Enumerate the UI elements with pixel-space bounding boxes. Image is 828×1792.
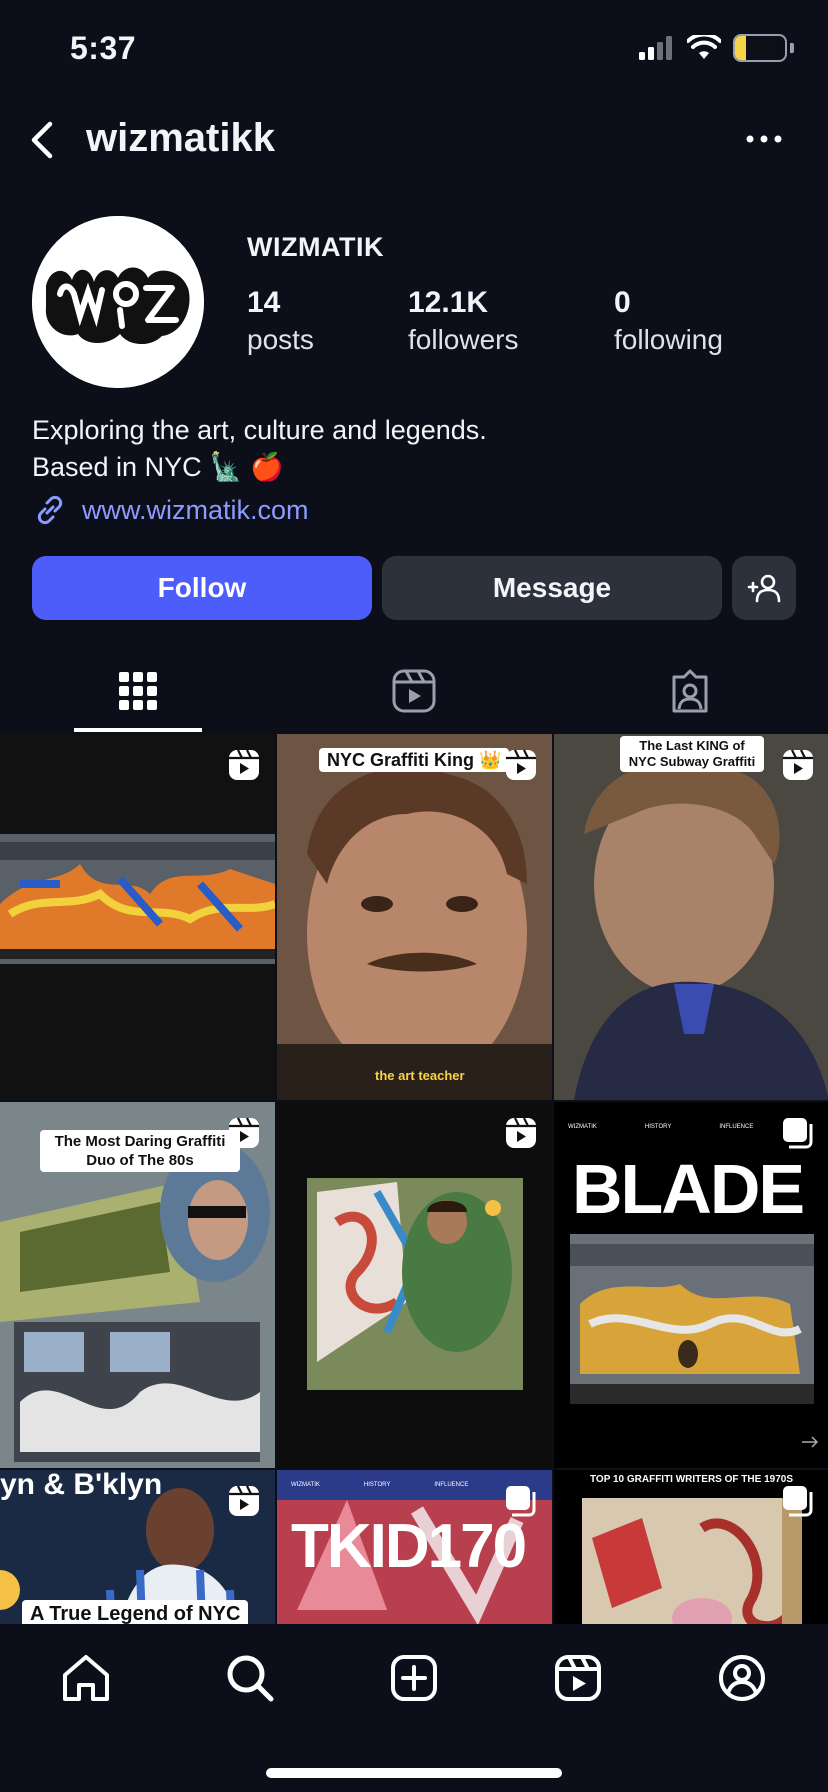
post-1[interactable] — [0, 734, 275, 1100]
carousel-badge-icon — [783, 1486, 813, 1517]
post-8-label: HISTORY — [363, 1482, 391, 1488]
post-6[interactable]: WIZMATIK HISTORY INFLUENCE BLADE — [554, 1102, 828, 1468]
post-6-label: WIZMATIK — [568, 1124, 597, 1130]
following-count: 0 — [614, 286, 631, 319]
signal-icon — [639, 36, 672, 60]
carousel-badge-icon — [783, 1118, 813, 1149]
posts-count: 14 — [247, 286, 281, 319]
posts-label: posts — [247, 324, 314, 355]
reel-badge-icon — [229, 1485, 259, 1516]
bio-line-2: Based in NYC 🗽 🍎 — [32, 452, 284, 482]
post-5-image — [277, 1102, 552, 1468]
website-link[interactable]: www.wizmatik.com — [32, 492, 309, 528]
status-icons: 10 — [639, 34, 794, 62]
more-options-button[interactable] — [744, 126, 784, 152]
post-7-top-text: yn & B'klyn — [0, 1470, 163, 1501]
search-icon — [227, 1655, 274, 1702]
post-9-image — [582, 1498, 802, 1624]
posts-grid: NYC Graffiti King 👑 the art teacher The … — [0, 734, 828, 1624]
more-icon — [746, 135, 782, 143]
bio: Exploring the art, culture and legends. … — [32, 412, 487, 486]
tab-tagged[interactable] — [610, 650, 770, 732]
wifi-icon — [687, 35, 721, 59]
followers-count: 12.1K — [408, 286, 489, 319]
post-8-label: INFLUENCE — [434, 1482, 469, 1488]
nav-profile[interactable] — [712, 1648, 772, 1708]
suggested-users-button[interactable] — [732, 556, 796, 620]
tab-reels[interactable] — [334, 650, 494, 732]
post-8-title: TKID170 — [291, 1512, 527, 1581]
post-8-labels: WIZMATIK HISTORY INFLUENCE — [291, 1482, 468, 1488]
follow-button[interactable]: Follow — [32, 556, 372, 620]
post-7[interactable]: yn & B'klyn A True Legend of NYC — [0, 1470, 275, 1624]
post-2-subcaption: the art teacher — [375, 1068, 465, 1083]
post-6-label: HISTORY — [644, 1124, 672, 1130]
post-3-caption: The Last KING of NYC Subway Graffiti — [620, 736, 764, 772]
post-9[interactable]: TOP 10 GRAFFITI WRITERS OF THE 1970S — [554, 1470, 828, 1624]
back-button[interactable] — [24, 118, 64, 162]
post-8-label: WIZMATIK — [291, 1482, 320, 1488]
nav-home[interactable] — [56, 1648, 116, 1708]
reels-icon — [555, 1655, 601, 1701]
battery-icon: 10 — [733, 34, 787, 62]
bio-line-1: Exploring the art, culture and legends. — [32, 415, 487, 445]
reel-badge-icon — [229, 749, 259, 780]
post-4-caption: The Most Daring Graffiti Duo of The 80s — [40, 1130, 240, 1172]
battery-level: 10 — [748, 36, 772, 59]
wizmatik-logo — [32, 216, 204, 388]
tagged-icon — [672, 669, 708, 713]
post-5[interactable] — [277, 1102, 552, 1468]
create-post-icon — [391, 1655, 437, 1701]
reels-icon — [392, 669, 436, 713]
reel-badge-icon — [229, 1117, 259, 1148]
post-6-label: INFLUENCE — [719, 1124, 754, 1130]
avatar[interactable] — [32, 216, 204, 388]
profile-header: wizmatikk — [0, 100, 828, 180]
nav-search[interactable] — [220, 1648, 280, 1708]
website-link-text: www.wizmatik.com — [82, 494, 309, 525]
link-icon — [37, 495, 63, 525]
reel-badge-icon — [783, 749, 813, 780]
display-name: WIZMATIK — [247, 232, 384, 262]
post-3-image — [554, 734, 828, 1100]
posts-stat[interactable]: 14 posts — [247, 286, 314, 356]
post-1-image — [0, 734, 275, 1100]
following-label: following — [614, 324, 723, 355]
tab-grid[interactable] — [58, 650, 218, 732]
header-username: wizmatikk — [86, 116, 275, 160]
nav-create[interactable] — [384, 1648, 444, 1708]
post-6-labels: WIZMATIK HISTORY INFLUENCE — [568, 1124, 753, 1130]
carousel-badge-icon — [506, 1486, 536, 1517]
status-time: 5:37 — [70, 30, 137, 66]
grid-icon — [119, 672, 157, 710]
profile-tabs — [0, 650, 828, 732]
post-6-title: BLADE — [572, 1150, 805, 1228]
add-person-icon — [747, 574, 781, 603]
post-6-image — [570, 1234, 814, 1404]
status-bar: 5:37 10 — [0, 0, 828, 100]
reel-badge-icon — [506, 749, 536, 780]
reel-badge-icon — [506, 1117, 536, 1148]
post-2[interactable]: NYC Graffiti King 👑 the art teacher — [277, 734, 552, 1100]
followers-stat[interactable]: 12.1K followers — [408, 286, 518, 356]
following-stat[interactable]: 0 following — [614, 286, 723, 356]
chevron-left-icon — [31, 121, 53, 159]
arrow-right-icon — [802, 1436, 819, 1448]
post-4[interactable]: The Most Daring Graffiti Duo of The 80s — [0, 1102, 275, 1468]
post-2-caption: NYC Graffiti King 👑 — [319, 748, 510, 772]
message-button[interactable]: Message — [382, 556, 722, 620]
post-2-image — [277, 734, 552, 1100]
post-7-caption: A True Legend of NYC — [22, 1600, 249, 1624]
post-8[interactable]: WIZMATIK HISTORY INFLUENCE TKID170 — [277, 1470, 552, 1624]
active-tab-indicator — [74, 728, 202, 732]
followers-label: followers — [408, 324, 519, 355]
home-icon — [63, 1655, 109, 1701]
bottom-nav — [0, 1624, 828, 1792]
home-indicator[interactable] — [266, 1768, 562, 1778]
post-3[interactable]: The Last KING of NYC Subway Graffiti — [554, 734, 828, 1100]
nav-reels[interactable] — [548, 1648, 608, 1708]
profile-icon — [719, 1655, 765, 1701]
